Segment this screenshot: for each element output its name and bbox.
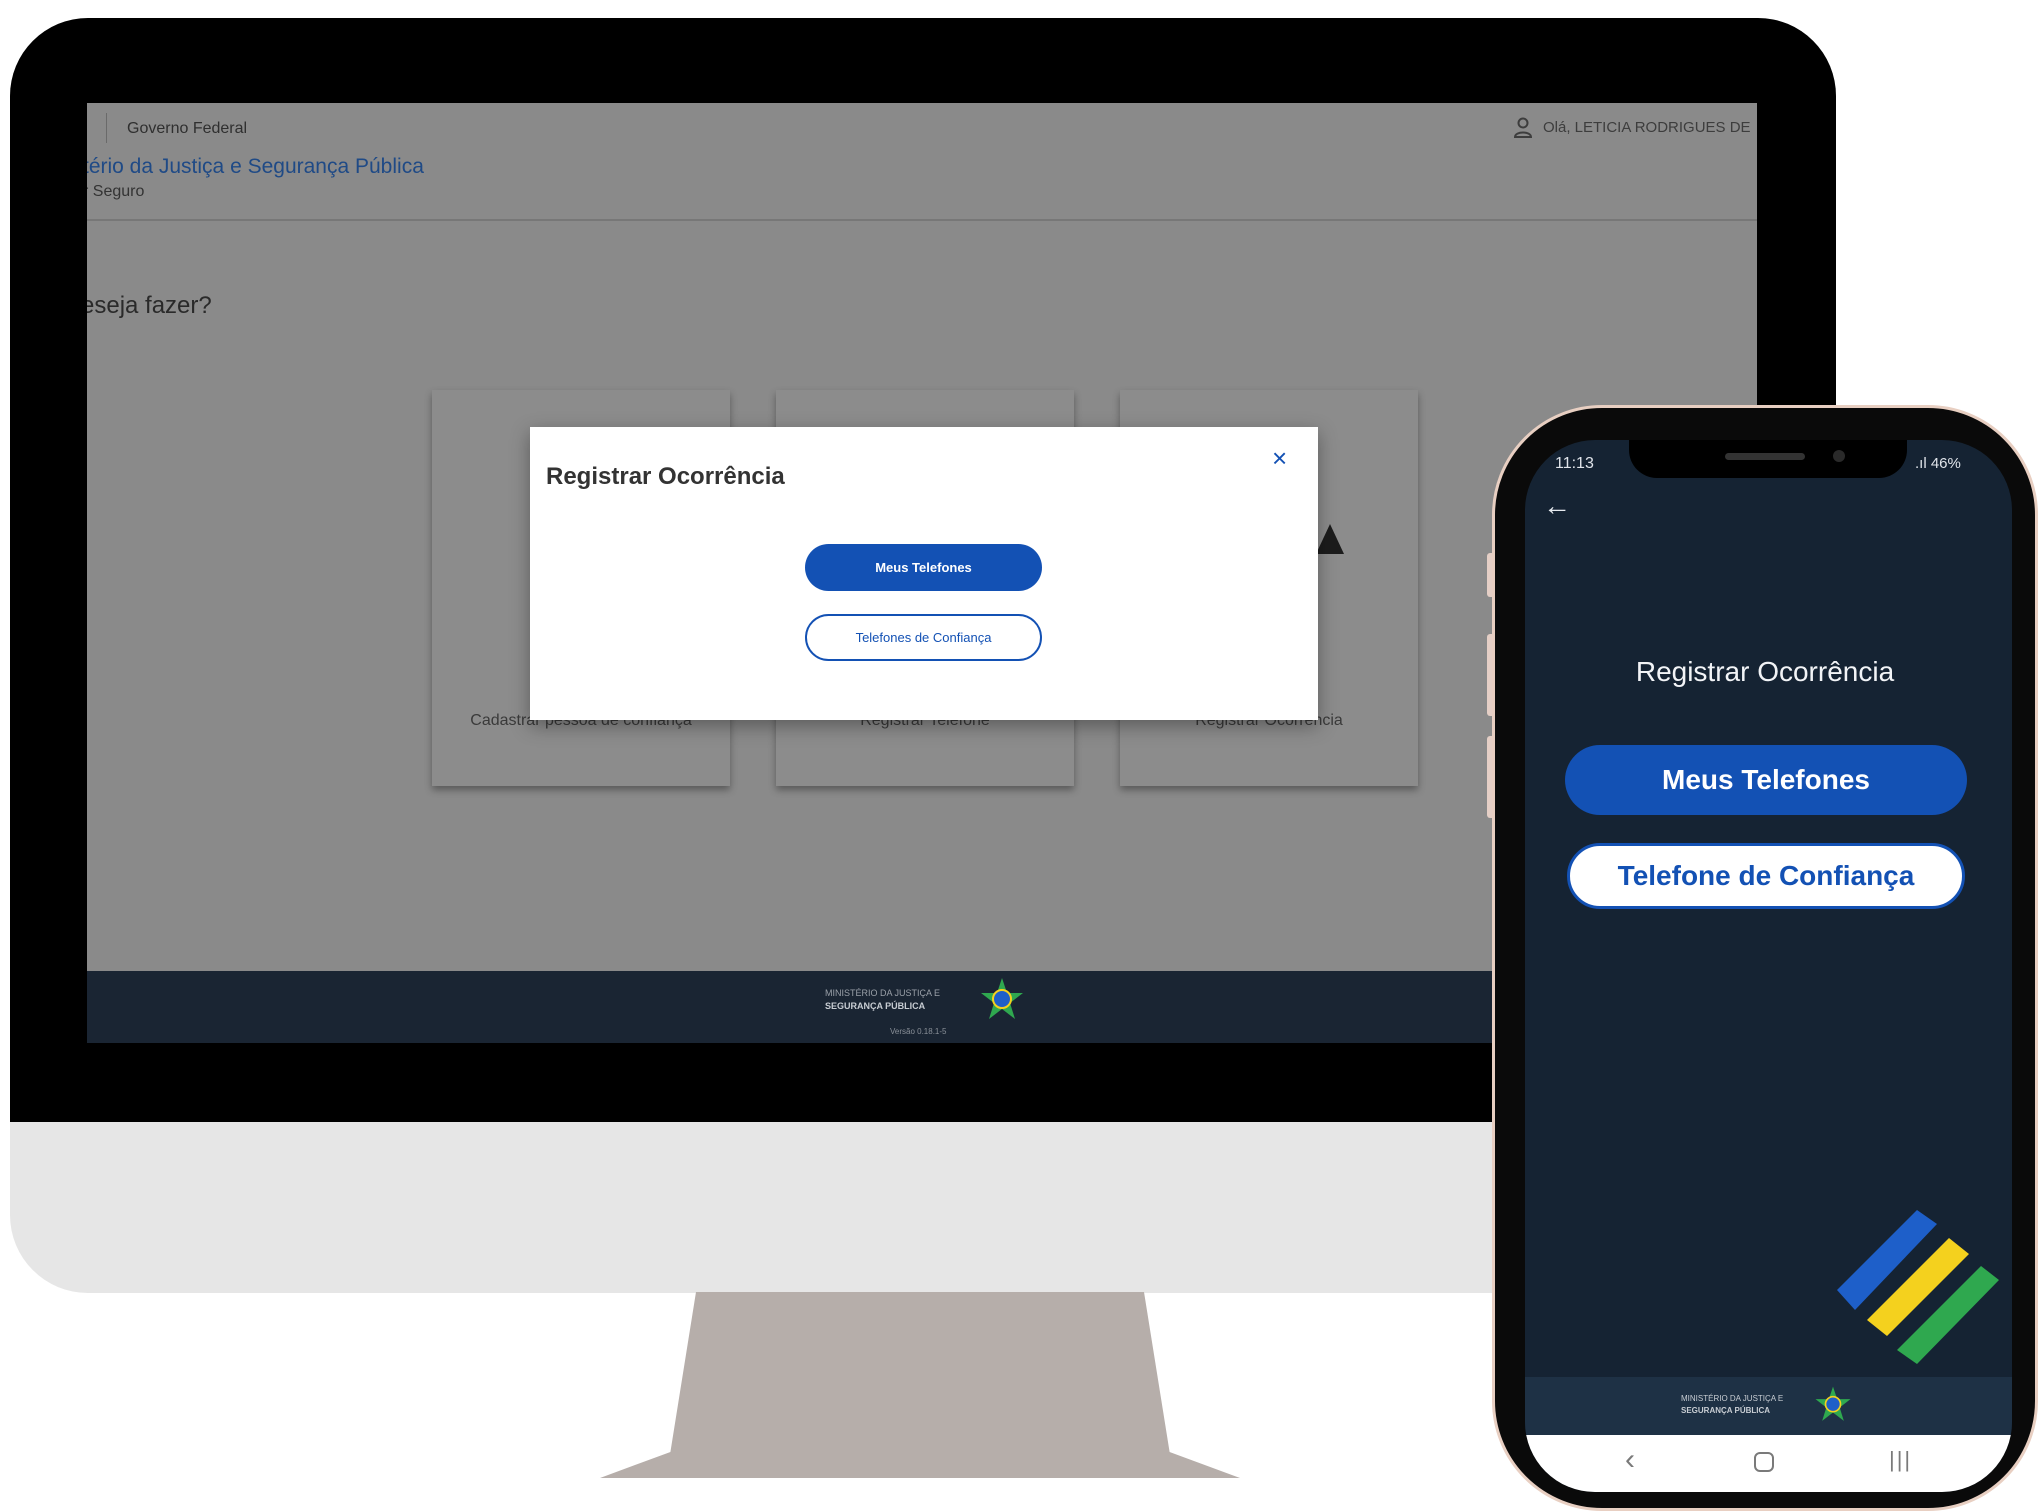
footer-ministry-name: MINISTÉRIO DA JUSTIÇA E SEGURANÇA PÚBLIC… bbox=[825, 987, 940, 1013]
gov-federal-link[interactable]: Governo Federal bbox=[127, 120, 247, 138]
close-icon[interactable]: × bbox=[1272, 445, 1287, 471]
page-question: eseja fazer? bbox=[87, 292, 212, 319]
phone-notch bbox=[1629, 440, 1907, 478]
republic-seal-icon bbox=[1815, 1386, 1851, 1421]
card-illustration-icon bbox=[1316, 524, 1344, 554]
footer-line-2: SEGURANÇA PÚBLICA bbox=[1681, 1406, 1771, 1415]
my-phones-button[interactable]: Meus Telefones bbox=[805, 544, 1042, 591]
status-time: 11:13 bbox=[1555, 455, 1594, 472]
footer-line-1: MINISTÉRIO DA JUSTIÇA E bbox=[825, 988, 941, 998]
nav-recent-apps-icon[interactable]: ||| bbox=[1889, 1447, 1912, 1473]
front-camera bbox=[1833, 450, 1845, 462]
footer-version: Versão 0.18.1-5 bbox=[890, 1027, 947, 1036]
battery-indicator: .ıl 46% bbox=[1915, 455, 1961, 472]
nav-back-icon[interactable]: ‹ bbox=[1625, 1443, 1635, 1477]
monitor-stand bbox=[600, 1292, 1240, 1478]
system-subtitle: r Seguro bbox=[87, 183, 145, 200]
register-occurrence-modal: Registrar Ocorrência × Meus Telefones Te… bbox=[530, 427, 1318, 720]
android-nav-bar: ‹ ||| bbox=[1525, 1435, 2012, 1492]
trusted-phones-button[interactable]: Telefones de Confiança bbox=[805, 614, 1042, 661]
nav-home-icon[interactable] bbox=[1754, 1452, 1774, 1472]
footer-line-1: MINISTÉRIO DA JUSTIÇA E bbox=[1681, 1394, 1784, 1403]
user-greeting[interactable]: Olá, LETICIA RODRIGUES DE bbox=[1543, 119, 1751, 136]
phone-page-title: Registrar Ocorrência bbox=[1635, 656, 1895, 687]
header-divider bbox=[106, 113, 107, 143]
user-icon[interactable] bbox=[1513, 117, 1533, 139]
brand-stripes-icon bbox=[1837, 1210, 1999, 1364]
phone-footer: MINISTÉRIO DA JUSTIÇA E SEGURANÇA PÚBLIC… bbox=[1525, 1377, 2012, 1435]
speaker-grille bbox=[1725, 453, 1805, 460]
phone-screen: 11:13 .ıl 46% ← Registrar Ocorrência Meu… bbox=[1525, 440, 2012, 1492]
gov-header: Governo Federal Olá, LETICIA RODRIGUES D… bbox=[87, 103, 1757, 221]
footer-ministry-name: MINISTÉRIO DA JUSTIÇA E SEGURANÇA PÚBLIC… bbox=[1681, 1393, 1783, 1417]
ministry-title: tério da Justiça e Segurança Pública bbox=[87, 155, 424, 178]
footer-line-2: SEGURANÇA PÚBLICA bbox=[825, 1001, 926, 1011]
trusted-phone-button[interactable]: Telefone de Confiança bbox=[1567, 843, 1965, 909]
mockup-stage: Governo Federal Olá, LETICIA RODRIGUES D… bbox=[0, 0, 2038, 1511]
republic-seal-icon bbox=[981, 978, 1023, 1019]
back-arrow-icon[interactable]: ← bbox=[1543, 492, 1571, 520]
my-phones-button[interactable]: Meus Telefones bbox=[1565, 745, 1967, 815]
modal-title: Registrar Ocorrência bbox=[546, 463, 785, 490]
